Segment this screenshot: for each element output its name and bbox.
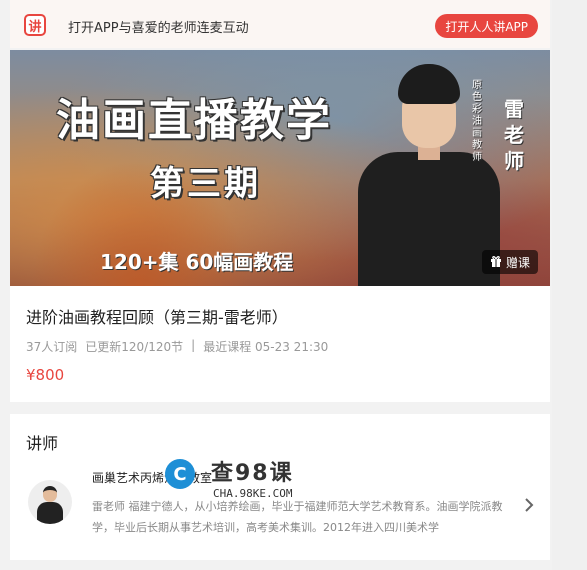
app-logo: 讲 — [24, 14, 46, 36]
banner-teacher-name: 雷老师 — [504, 97, 524, 173]
watermark: C 查98课 CHA.98KE.COM — [163, 455, 323, 505]
banner-vertical-caption: 原色彩油画教师 — [472, 80, 482, 163]
watermark-domain: CHA.98KE.COM — [213, 487, 293, 500]
gift-course-badge[interactable]: 赠课 — [481, 250, 538, 274]
course-banner: 油画直播教学 第三期 120+集 60幅画教程 原色彩油画教师 雷老师 赠课 — [10, 50, 550, 286]
meta-divider: | — [191, 338, 196, 352]
latest-lesson: 最近课程 05-23 21:30 — [203, 340, 329, 354]
banner-subtitle: 第三期 — [150, 164, 261, 204]
open-app-button[interactable]: 打开人人讲APP — [435, 14, 538, 38]
watermark-brand: 查98课 — [211, 461, 294, 486]
lecturer-avatar — [28, 480, 72, 524]
promo-text: 打开APP与喜爱的老师连麦互动 — [68, 21, 249, 36]
course-title: 进阶油画教程回顾（第三期-雷老师） — [26, 308, 288, 327]
watermark-logo-icon: C — [165, 459, 195, 489]
chevron-right-icon[interactable] — [524, 494, 534, 518]
course-meta: 37人订阅 已更新120/120节 | 最近课程 05-23 21:30 — [26, 338, 328, 355]
gift-icon — [490, 255, 502, 270]
banner-title: 油画直播教学 — [56, 95, 332, 146]
update-status: 已更新120/120节 — [85, 340, 184, 354]
subscriber-count: 37人订阅 — [26, 340, 78, 354]
right-edge-background — [552, 0, 587, 570]
course-price: ¥800 — [26, 366, 65, 384]
gift-label: 赠课 — [505, 255, 530, 270]
course-info-card: 进阶油画教程回顾（第三期-雷老师） 37人订阅 已更新120/120节 | 最近… — [10, 286, 550, 402]
lecturer-heading: 讲师 — [26, 434, 59, 453]
app-promo-bar: 讲 打开APP与喜爱的老师连麦互动 打开人人讲APP — [10, 0, 550, 48]
banner-bottom-text: 120+集 60幅画教程 — [100, 250, 294, 274]
